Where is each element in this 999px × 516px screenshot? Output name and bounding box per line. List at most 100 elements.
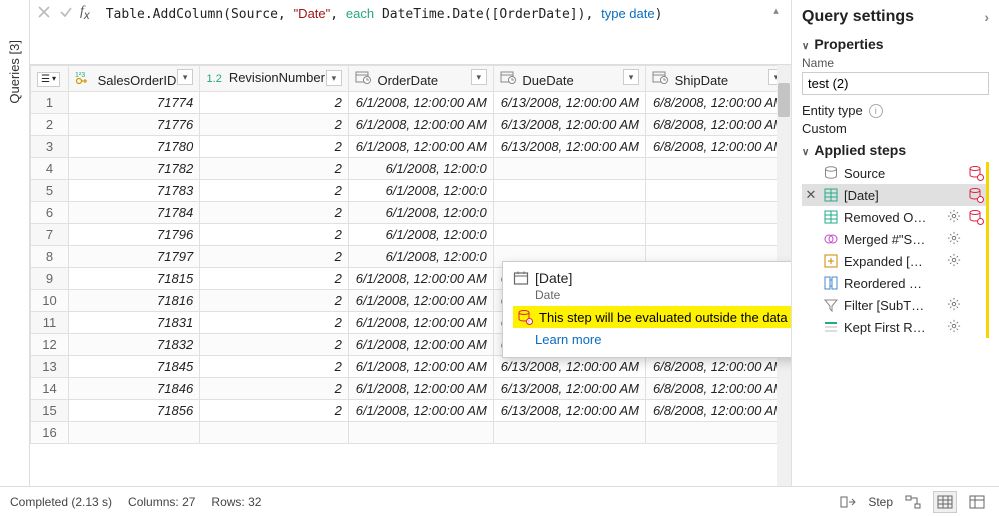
cell-revisionnumber[interactable]: 2 <box>200 136 349 158</box>
applied-step[interactable]: Filter [SubT… <box>802 294 986 316</box>
cell-duedate[interactable] <box>493 180 645 202</box>
cell-salesorderid[interactable]: 71782 <box>69 158 200 180</box>
col-filter-button[interactable]: ▾ <box>471 69 487 85</box>
table-row[interactable]: 67178426/1/2008, 12:00:0 <box>31 202 791 224</box>
cell-revisionnumber[interactable]: 2 <box>200 158 349 180</box>
cell-revisionnumber[interactable]: 2 <box>200 202 349 224</box>
cell-shipdate[interactable]: 6/8/2008, 12:00:00 AM <box>646 114 791 136</box>
data-grid[interactable]: ☰▾ 1²3 SalesOrderID ▾ 1.2 RevisionNumber <box>30 65 791 486</box>
cell-orderdate[interactable]: 6/1/2008, 12:00:00 AM <box>348 312 493 334</box>
col-header-orderdate[interactable]: OrderDate ▾ <box>348 66 493 92</box>
cell-salesorderid[interactable]: 71796 <box>69 224 200 246</box>
cell-orderdate[interactable]: 6/1/2008, 12:00:00 AM <box>348 378 493 400</box>
cell-revisionnumber[interactable] <box>200 422 349 444</box>
row-header[interactable]: 16 <box>31 422 69 444</box>
cell-orderdate[interactable]: 6/1/2008, 12:00:00 AM <box>348 400 493 422</box>
table-row[interactable]: 37178026/1/2008, 12:00:00 AM6/13/2008, 1… <box>31 136 791 158</box>
query-name-input[interactable] <box>802 72 989 95</box>
cell-revisionnumber[interactable]: 2 <box>200 114 349 136</box>
row-header[interactable]: 7 <box>31 224 69 246</box>
cell-orderdate[interactable]: 6/1/2008, 12:00:00 AM <box>348 334 493 356</box>
cell-salesorderid[interactable]: 71831 <box>69 312 200 334</box>
cell-salesorderid[interactable] <box>69 422 200 444</box>
cell-orderdate[interactable]: 6/1/2008, 12:00:00 AM <box>348 268 493 290</box>
cell-duedate[interactable] <box>493 422 645 444</box>
cell-duedate[interactable] <box>493 224 645 246</box>
cell-shipdate[interactable] <box>646 422 791 444</box>
col-filter-button[interactable]: ▾ <box>177 69 193 85</box>
table-row[interactable]: 47178226/1/2008, 12:00:0 <box>31 158 791 180</box>
col-header-salesorderid[interactable]: 1²3 SalesOrderID ▾ <box>69 66 200 92</box>
cell-orderdate[interactable]: 6/1/2008, 12:00:00 AM <box>348 92 493 114</box>
row-header[interactable]: 15 <box>31 400 69 422</box>
applied-step[interactable]: Merged #"S… <box>802 228 986 250</box>
formula-input[interactable]: Table.AddColumn(Source, "Date", each Dat… <box>102 4 761 24</box>
cell-shipdate[interactable] <box>646 224 791 246</box>
cell-salesorderid[interactable]: 71846 <box>69 378 200 400</box>
row-header[interactable]: 5 <box>31 180 69 202</box>
col-header-revisionnumber[interactable]: 1.2 RevisionNumber ▾ <box>200 66 349 92</box>
cell-shipdate[interactable]: 6/8/2008, 12:00:00 AM <box>646 400 791 422</box>
cell-duedate[interactable]: 6/13/2008, 12:00:00 AM <box>493 92 645 114</box>
schema-view-button[interactable] <box>965 491 989 513</box>
applied-step[interactable]: Expanded [… <box>802 250 986 272</box>
cell-shipdate[interactable]: 6/8/2008, 12:00:00 AM <box>646 378 791 400</box>
cell-revisionnumber[interactable]: 2 <box>200 378 349 400</box>
cell-revisionnumber[interactable]: 2 <box>200 356 349 378</box>
col-header-duedate[interactable]: DueDate ▾ <box>493 66 645 92</box>
applied-step[interactable]: ✕[Date] <box>802 184 986 206</box>
cell-shipdate[interactable]: 6/8/2008, 12:00:00 AM <box>646 356 791 378</box>
cell-duedate[interactable]: 6/13/2008, 12:00:00 AM <box>493 114 645 136</box>
gear-icon[interactable] <box>947 319 963 335</box>
cell-salesorderid[interactable]: 71776 <box>69 114 200 136</box>
applied-step[interactable]: Removed O… <box>802 206 986 228</box>
row-header[interactable]: 11 <box>31 312 69 334</box>
table-row[interactable]: 147184626/1/2008, 12:00:00 AM6/13/2008, … <box>31 378 791 400</box>
row-header[interactable]: 4 <box>31 158 69 180</box>
table-row[interactable]: 157185626/1/2008, 12:00:00 AM6/13/2008, … <box>31 400 791 422</box>
cell-shipdate[interactable] <box>646 158 791 180</box>
cell-salesorderid[interactable]: 71774 <box>69 92 200 114</box>
cell-revisionnumber[interactable]: 2 <box>200 268 349 290</box>
diagram-view-button[interactable] <box>901 491 925 513</box>
cell-shipdate[interactable]: 6/8/2008, 12:00:00 AM <box>646 136 791 158</box>
cell-orderdate[interactable]: 6/1/2008, 12:00:0 <box>348 224 493 246</box>
gear-icon[interactable] <box>947 231 963 247</box>
cell-duedate[interactable] <box>493 158 645 180</box>
row-header[interactable]: 8 <box>31 246 69 268</box>
cell-salesorderid[interactable]: 71816 <box>69 290 200 312</box>
row-header[interactable]: 3 <box>31 136 69 158</box>
cell-revisionnumber[interactable]: 2 <box>200 246 349 268</box>
gear-icon[interactable] <box>947 297 963 313</box>
cell-shipdate[interactable]: 6/8/2008, 12:00:00 AM <box>646 92 791 114</box>
col-filter-button[interactable]: ▾ <box>326 70 342 86</box>
commit-icon[interactable] <box>58 4 74 20</box>
cell-shipdate[interactable] <box>646 202 791 224</box>
cell-orderdate[interactable]: 6/1/2008, 12:00:0 <box>348 180 493 202</box>
cell-salesorderid[interactable]: 71856 <box>69 400 200 422</box>
cell-revisionnumber[interactable]: 2 <box>200 290 349 312</box>
table-row[interactable]: 57178326/1/2008, 12:00:0 <box>31 180 791 202</box>
select-all-corner[interactable]: ☰▾ <box>31 66 69 92</box>
col-header-shipdate[interactable]: ShipDate ▾ <box>646 66 791 92</box>
properties-heading[interactable]: Properties <box>802 36 989 52</box>
applied-step[interactable]: Source <box>802 162 986 184</box>
applied-step[interactable]: Reordered … <box>802 272 986 294</box>
cell-duedate[interactable]: 6/13/2008, 12:00:00 AM <box>493 378 645 400</box>
cell-orderdate[interactable]: 6/1/2008, 12:00:00 AM <box>348 136 493 158</box>
cell-orderdate[interactable] <box>348 422 493 444</box>
col-filter-button[interactable]: ▾ <box>623 69 639 85</box>
table-picker-icon[interactable]: ☰▾ <box>37 72 60 87</box>
applied-step[interactable]: Kept First R… <box>802 316 986 338</box>
row-header[interactable]: 6 <box>31 202 69 224</box>
row-header[interactable]: 1 <box>31 92 69 114</box>
data-view-button[interactable] <box>933 491 957 513</box>
cell-revisionnumber[interactable]: 2 <box>200 92 349 114</box>
step-nav-button[interactable] <box>836 491 860 513</box>
cell-salesorderid[interactable]: 71832 <box>69 334 200 356</box>
row-header[interactable]: 10 <box>31 290 69 312</box>
row-header[interactable]: 9 <box>31 268 69 290</box>
table-row[interactable]: 16 <box>31 422 791 444</box>
cell-revisionnumber[interactable]: 2 <box>200 180 349 202</box>
cell-revisionnumber[interactable]: 2 <box>200 312 349 334</box>
